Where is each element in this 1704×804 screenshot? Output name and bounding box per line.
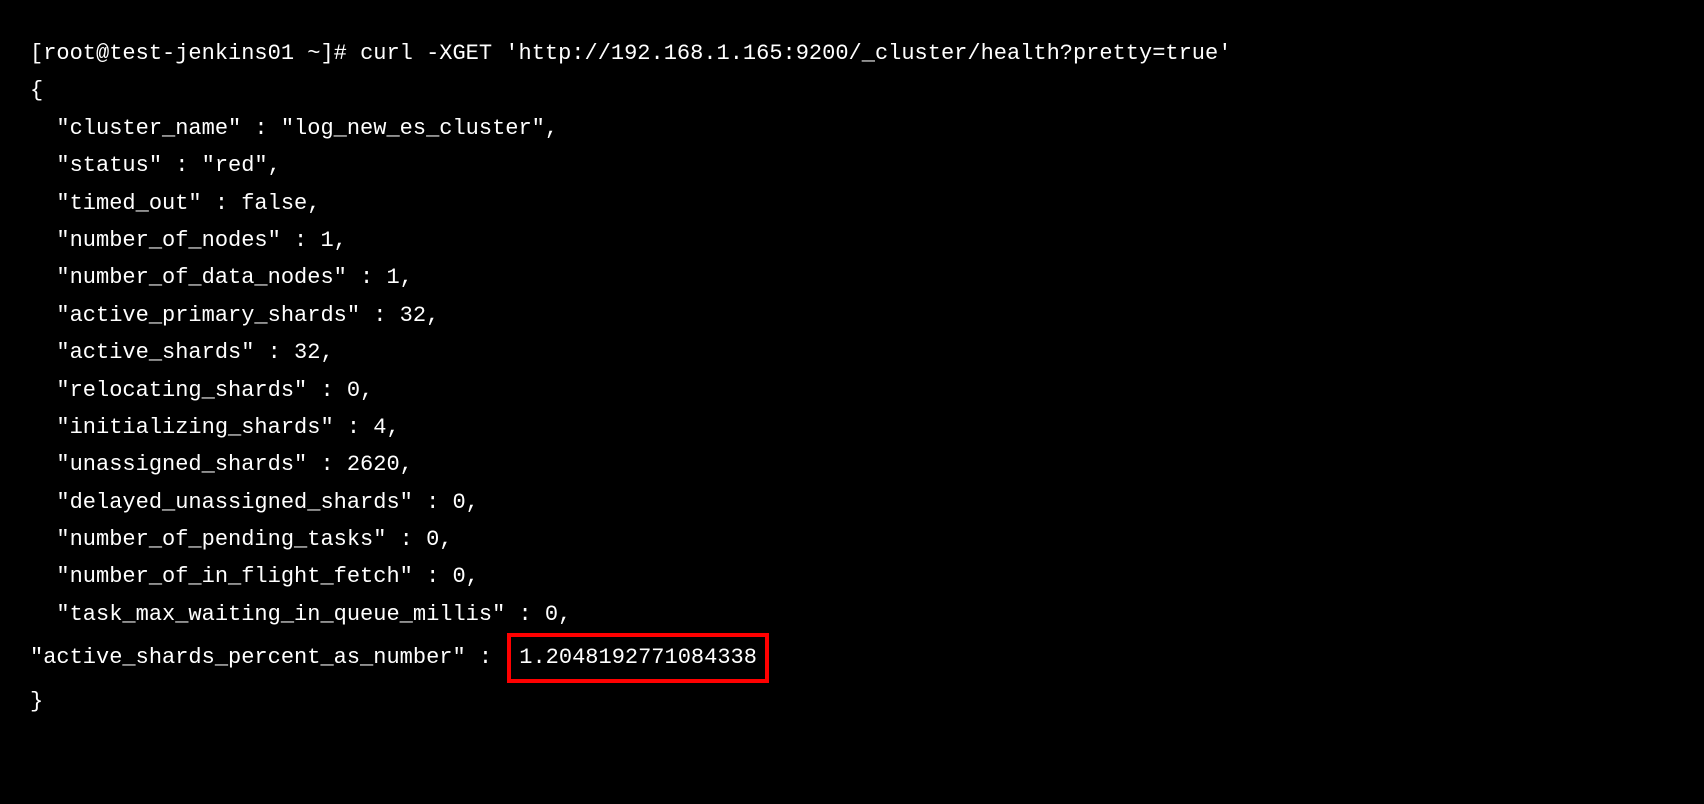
json-field-initializing-shards: "initializing_shards" : 4, bbox=[30, 409, 1674, 446]
json-field-cluster-name: "cluster_name" : "log_new_es_cluster", bbox=[30, 110, 1674, 147]
shell-prompt: [root@test-jenkins01 ~]# bbox=[30, 41, 360, 66]
json-field-number-of-nodes: "number_of_nodes" : 1, bbox=[30, 222, 1674, 259]
json-field-active-shards-percent: "active_shards_percent_as_number" : 1.20… bbox=[30, 633, 1674, 682]
json-field-task-max-waiting: "task_max_waiting_in_queue_millis" : 0, bbox=[30, 596, 1674, 633]
terminal-output: [root@test-jenkins01 ~]# curl -XGET 'htt… bbox=[30, 35, 1674, 720]
highlighted-value: 1.2048192771084338 bbox=[507, 633, 769, 682]
json-field-delayed-unassigned-shards: "delayed_unassigned_shards" : 0, bbox=[30, 484, 1674, 521]
json-field-status: "status" : "red", bbox=[30, 147, 1674, 184]
json-field-unassigned-shards: "unassigned_shards" : 2620, bbox=[30, 446, 1674, 483]
json-open-brace: { bbox=[30, 72, 1674, 109]
json-field-number-of-pending-tasks: "number_of_pending_tasks" : 0, bbox=[30, 521, 1674, 558]
command-text: curl -XGET 'http://192.168.1.165:9200/_c… bbox=[360, 41, 1231, 66]
json-field-active-shards: "active_shards" : 32, bbox=[30, 334, 1674, 371]
json-field-number-of-in-flight-fetch: "number_of_in_flight_fetch" : 0, bbox=[30, 558, 1674, 595]
json-field-number-of-data-nodes: "number_of_data_nodes" : 1, bbox=[30, 259, 1674, 296]
json-field-active-primary-shards: "active_primary_shards" : 32, bbox=[30, 297, 1674, 334]
json-field-relocating-shards: "relocating_shards" : 0, bbox=[30, 372, 1674, 409]
active-shards-percent-label: "active_shards_percent_as_number" : bbox=[30, 645, 505, 670]
command-line: [root@test-jenkins01 ~]# curl -XGET 'htt… bbox=[30, 35, 1674, 72]
json-close-brace: } bbox=[30, 683, 1674, 720]
json-field-timed-out: "timed_out" : false, bbox=[30, 185, 1674, 222]
